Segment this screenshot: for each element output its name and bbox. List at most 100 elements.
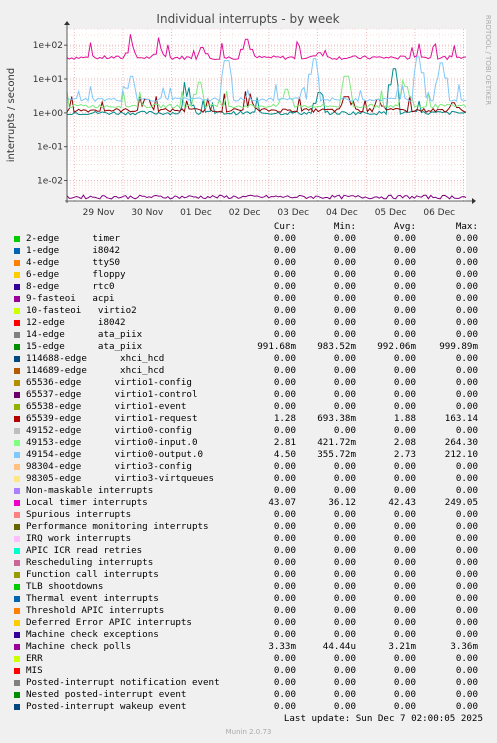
- legend-swatch: [14, 536, 20, 542]
- legend-row: Deferred Error APIC interrupts 0.00 0.00 0.…: [0, 617, 497, 629]
- legend-value-min: 0.00: [333, 401, 356, 412]
- legend-label: Thermal event interrupts: [26, 593, 159, 604]
- x-tick-label: 06 Dec: [423, 208, 455, 218]
- legend-table: Cur: Min: Avg: Max: 2-edge timer 0.00 0.00…: [0, 221, 497, 713]
- legend-value-max: 0.00: [455, 605, 478, 616]
- x-tick-label: 05 Dec: [375, 208, 407, 218]
- legend-rows: 2-edge timer 0.00 0.00 0.00 0.00 1-edge i8042…: [0, 233, 497, 713]
- legend-value-min: 0.00: [333, 485, 356, 496]
- legend-label: 49154-edge virtio0-output.0: [26, 449, 204, 460]
- legend-label: 114688-edge xhci_hcd: [26, 353, 165, 364]
- legend-row: MIS 0.00 0.00 0.00 0.00: [0, 665, 497, 677]
- legend-value-max: 0.00: [455, 629, 478, 640]
- legend-swatch: [14, 620, 20, 626]
- legend-value-cur: 0.00: [273, 689, 296, 700]
- legend-value-max: 0.00: [455, 317, 478, 328]
- legend-value-min: 0.00: [333, 257, 356, 268]
- legend-value-avg: 0.00: [393, 509, 416, 520]
- legend-value-cur: 0.00: [273, 377, 296, 388]
- legend-value-min: 983.52m: [317, 341, 356, 352]
- legend-value-min: 0.00: [333, 425, 356, 436]
- legend-label: 65538-edge virtio1-event: [26, 401, 187, 412]
- legend-value-min: 0.00: [333, 665, 356, 676]
- legend-label: APIC ICR read retries: [26, 545, 143, 556]
- legend-row: Local timer interrupts 43.07 36.12 42.43 249…: [0, 497, 497, 509]
- y-tick-label: 1e-01: [37, 143, 63, 153]
- legend-value-max: 999.89m: [439, 341, 478, 352]
- x-tick-label: 02 Dec: [229, 208, 261, 218]
- last-update: Last update: Sun Dec 7 02:00:05 2025: [283, 713, 483, 724]
- legend-value-avg: 0.00: [393, 677, 416, 688]
- legend-value-cur: 0.00: [273, 581, 296, 592]
- legend-value-max: 0.00: [455, 689, 478, 700]
- legend-swatch: [14, 392, 20, 398]
- legend-value-min: 0.00: [333, 509, 356, 520]
- legend-row: 49153-edge virtio0-input.0 2.81 421.72m 2.0…: [0, 437, 497, 449]
- legend-row: 65537-edge virtio1-control 0.00 0.00 0.00 0.…: [0, 389, 497, 401]
- legend-swatch: [14, 260, 20, 266]
- legend-value-min: 0.00: [333, 473, 356, 484]
- legend-label: Performance monitoring interrupts: [26, 521, 209, 532]
- legend-swatch: [14, 440, 20, 446]
- legend-value-cur: 0.00: [273, 425, 296, 436]
- legend-row: 65539-edge virtio1-request 1.28 693.38m 1.8…: [0, 413, 497, 425]
- legend-value-max: 0.00: [455, 521, 478, 532]
- legend-swatch: [14, 692, 20, 698]
- legend-value-min: 0.00: [333, 389, 356, 400]
- legend-row: Rescheduling interrupts 0.00 0.00 0.00 0.00: [0, 557, 497, 569]
- legend-label: 49153-edge virtio0-input.0: [26, 437, 198, 448]
- legend-value-max: 0.00: [455, 353, 478, 364]
- legend-label: 2-edge timer: [26, 233, 121, 244]
- legend-value-min: 693.38m: [317, 413, 356, 424]
- x-tick-label: 01 Dec: [180, 208, 212, 218]
- legend-value-cur: 4.50: [273, 449, 296, 460]
- legend-value-max: 163.14: [444, 413, 478, 424]
- legend-row: Non-maskable interrupts 0.00 0.00 0.00 0.00: [0, 485, 497, 497]
- legend-swatch: [14, 548, 20, 554]
- legend-value-min: 0.00: [333, 617, 356, 628]
- legend-row: 49152-edge virtio0-config 0.00 0.00 0.00 0.0…: [0, 425, 497, 437]
- legend-row: 49154-edge virtio0-output.0 4.50 355.72m 2.…: [0, 449, 497, 461]
- legend-row: Function call interrupts 0.00 0.00 0.00 0.00: [0, 569, 497, 581]
- legend-value-min: 0.00: [333, 605, 356, 616]
- legend-value-cur: 0.00: [273, 665, 296, 676]
- legend-row: 15-edge ata_piix 991.68m 983.52m 992.06m 999…: [0, 341, 497, 353]
- legend-value-min: 0.00: [333, 629, 356, 640]
- legend-value-max: 0.00: [455, 545, 478, 556]
- legend-value-cur: 0.00: [273, 677, 296, 688]
- legend-value-cur: 0.00: [273, 293, 296, 304]
- legend-value-cur: 0.00: [273, 353, 296, 364]
- legend-value-avg: 992.06m: [377, 341, 416, 352]
- legend-value-min: 0.00: [333, 461, 356, 472]
- legend-row: Posted-interrupt notification event 0.00 0…: [0, 677, 497, 689]
- legend-value-avg: 0.00: [393, 233, 416, 244]
- legend-value-max: 0.00: [455, 269, 478, 280]
- legend-value-min: 0.00: [333, 329, 356, 340]
- legend-value-min: 0.00: [333, 317, 356, 328]
- y-tick-label: 1e-02: [37, 177, 63, 187]
- legend-label: 98304-edge virtio3-config: [26, 461, 192, 472]
- legend-value-cur: 0.00: [273, 569, 296, 580]
- legend-label: Spurious interrupts: [26, 509, 132, 520]
- legend-row: 1-edge i8042 0.00 0.00 0.00 0.00: [0, 245, 497, 257]
- legend-value-min: 0.00: [333, 689, 356, 700]
- legend-value-avg: 0.00: [393, 281, 416, 292]
- munin-version: Munin 2.0.73: [225, 728, 272, 736]
- legend-value-avg: 2.08: [393, 437, 416, 448]
- legend-value-min: 0.00: [333, 281, 356, 292]
- legend-label: 4-edge ttyS0: [26, 257, 121, 268]
- legend-value-min: 0.00: [333, 377, 356, 388]
- legend-label: 65536-edge virtio1-config: [26, 377, 192, 388]
- legend-value-cur: 0.00: [273, 509, 296, 520]
- legend-value-max: 0.00: [455, 425, 478, 436]
- legend-swatch: [14, 524, 20, 530]
- legend-value-cur: 0.00: [273, 269, 296, 280]
- legend-swatch: [14, 632, 20, 638]
- legend-value-cur: 1.28: [273, 413, 296, 424]
- legend-value-max: 264.30: [444, 437, 478, 448]
- legend-row: 2-edge timer 0.00 0.00 0.00 0.00: [0, 233, 497, 245]
- header-max: Max:: [455, 221, 478, 232]
- legend-value-cur: 0.00: [273, 257, 296, 268]
- legend-value-max: 0.00: [455, 617, 478, 628]
- legend-value-avg: 0.00: [393, 605, 416, 616]
